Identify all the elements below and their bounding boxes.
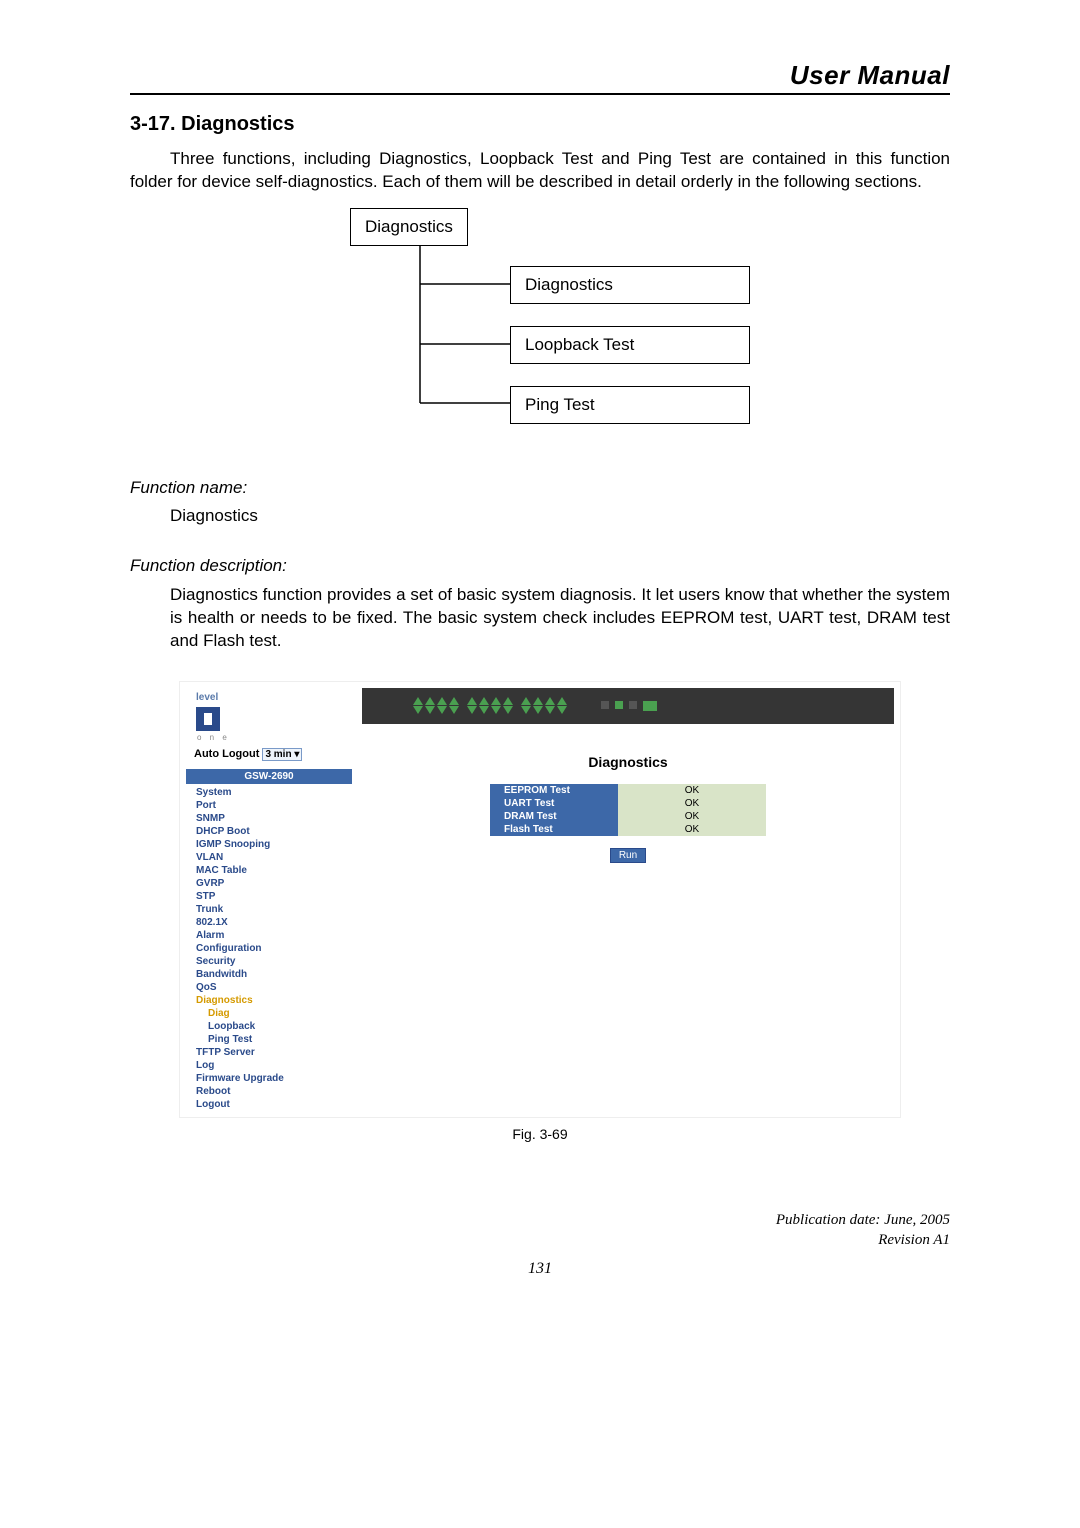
publication-date: Publication date: June, 2005 (130, 1210, 950, 1230)
section-heading: 3-17. Diagnostics (130, 113, 950, 136)
nav-diagnostics[interactable]: Diagnostics (186, 994, 356, 1007)
page-number: 131 (130, 1260, 950, 1278)
test-name: EEPROM Test (490, 784, 618, 797)
nav-dhcp-boot[interactable]: DHCP Boot (186, 825, 356, 838)
brand-logo-text: level (186, 688, 356, 705)
nav-bandwidth[interactable]: Bandwitdh (186, 968, 356, 981)
nav-gvrp[interactable]: GVRP (186, 877, 356, 890)
sidebar: level o n e Auto Logout 3 min ▾ GSW-2690… (180, 682, 356, 1117)
embedded-screenshot: level o n e Auto Logout 3 min ▾ GSW-2690… (179, 681, 901, 1118)
tree-child-ping: Ping Test (510, 386, 750, 424)
nav-firmware-upgrade[interactable]: Firmware Upgrade (186, 1072, 356, 1085)
header-rule: User Manual (130, 60, 950, 95)
brand-sub: o n e (186, 733, 356, 742)
table-row: DRAM Test OK (490, 810, 766, 823)
nav-tftp-server[interactable]: TFTP Server (186, 1046, 356, 1059)
auto-logout-label: Auto Logout (194, 748, 259, 760)
nav-log[interactable]: Log (186, 1059, 356, 1072)
nav-qos[interactable]: QoS (186, 981, 356, 994)
diagnostics-table: EEPROM Test OK UART Test OK DRAM Test OK… (490, 784, 766, 836)
figure-caption: Fig. 3-69 (130, 1126, 950, 1142)
test-result: OK (618, 784, 766, 797)
nav-diag-diag[interactable]: Diag (186, 1007, 356, 1020)
nav-igmp-snooping[interactable]: IGMP Snooping (186, 838, 356, 851)
nav-security[interactable]: Security (186, 955, 356, 968)
table-row: Flash Test OK (490, 823, 766, 836)
auto-logout-select[interactable]: 3 min ▾ (262, 748, 302, 761)
nav-snmp[interactable]: SNMP (186, 812, 356, 825)
nav-alarm[interactable]: Alarm (186, 929, 356, 942)
nav-port[interactable]: Port (186, 799, 356, 812)
header-title: User Manual (790, 60, 950, 90)
function-name-value: Diagnostics (170, 506, 950, 526)
model-badge: GSW-2690 (186, 769, 352, 784)
test-result: OK (618, 797, 766, 810)
tree-child-loopback: Loopback Test (510, 326, 750, 364)
run-button[interactable]: Run (610, 848, 646, 863)
nav-reboot[interactable]: Reboot (186, 1085, 356, 1098)
nav-vlan[interactable]: VLAN (186, 851, 356, 864)
footer: Publication date: June, 2005 Revision A1 (130, 1210, 950, 1251)
main-panel: Diagnostics EEPROM Test OK UART Test OK … (356, 682, 900, 875)
nav-diag-ping[interactable]: Ping Test (186, 1033, 356, 1046)
nav-trunk[interactable]: Trunk (186, 903, 356, 916)
nav-stp[interactable]: STP (186, 890, 356, 903)
content-title: Diagnostics (356, 754, 900, 770)
test-result: OK (618, 810, 766, 823)
table-row: UART Test OK (490, 797, 766, 810)
function-desc-value: Diagnostics function provides a set of b… (170, 584, 950, 653)
test-name: UART Test (490, 797, 618, 810)
chevron-down-icon: ▾ (294, 749, 299, 760)
test-name: DRAM Test (490, 810, 618, 823)
revision: Revision A1 (130, 1230, 950, 1250)
tree-root: Diagnostics (350, 208, 468, 246)
intro-paragraph: Three functions, including Diagnostics, … (130, 148, 950, 194)
nav-diag-loopback[interactable]: Loopback (186, 1020, 356, 1033)
function-name-label: Function name: (130, 478, 950, 498)
nav-8021x[interactable]: 802.1X (186, 916, 356, 929)
nav-logout[interactable]: Logout (186, 1098, 356, 1111)
function-desc-label: Function description: (130, 556, 950, 576)
nav-system[interactable]: System (186, 786, 356, 799)
nav-configuration[interactable]: Configuration (186, 942, 356, 955)
auto-logout: Auto Logout 3 min ▾ (186, 742, 356, 769)
brand-logo-icon (196, 707, 220, 731)
nav-mac-table[interactable]: MAC Table (186, 864, 356, 877)
diagnostics-tree: Diagnostics Diagnostics Loopback Test Pi… (290, 208, 790, 438)
tree-child-diagnostics: Diagnostics (510, 266, 750, 304)
table-row: EEPROM Test OK (490, 784, 766, 797)
device-image (362, 688, 894, 724)
test-name: Flash Test (490, 823, 618, 836)
test-result: OK (618, 823, 766, 836)
